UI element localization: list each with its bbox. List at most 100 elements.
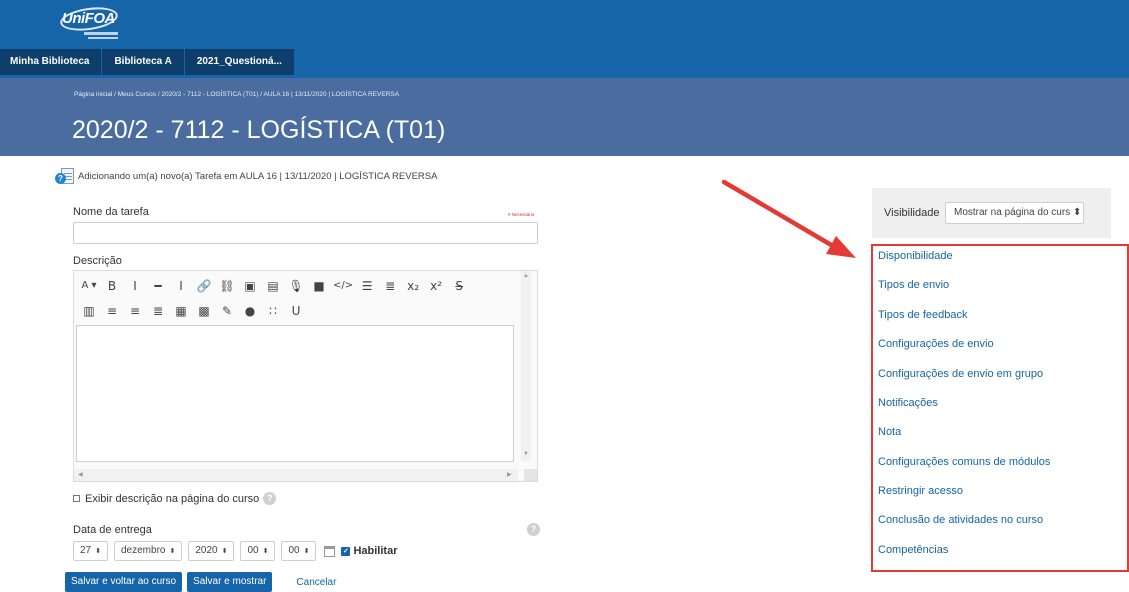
link-icon[interactable]: 🔗 xyxy=(195,277,213,295)
task-name-label: Nome da tarefa xyxy=(73,206,149,218)
video-icon[interactable]: ■ xyxy=(310,277,328,295)
unordered-list-icon[interactable]: ☰ xyxy=(358,277,376,295)
code-icon[interactable]: </> xyxy=(333,277,353,295)
scroll-up-icon[interactable]: ▲ xyxy=(523,273,529,279)
due-date-row: 27 ⬍ dezembro ⬍ 2020 ⬍ 00 ⬍ 00 ⬍ ✓ Habilitar xyxy=(73,541,397,561)
image-icon[interactable]: ▣ xyxy=(241,277,259,295)
section-link[interactable]: Configurações de envio xyxy=(878,338,994,350)
hour-select[interactable]: 00 ⬍ xyxy=(240,541,276,561)
section-link[interactable]: Disponibilidade xyxy=(878,250,953,262)
calendar-icon[interactable] xyxy=(324,545,336,557)
section-link[interactable]: Nota xyxy=(878,426,901,438)
microphone-icon[interactable]: 🎙 xyxy=(287,277,305,295)
visibility-select[interactable]: Mostrar na página do curs ⬍ xyxy=(945,202,1084,224)
justify-icon[interactable]: ≣ xyxy=(149,302,167,320)
underline-icon[interactable]: U xyxy=(287,302,305,320)
visibility-label: Visibilidade xyxy=(884,207,940,219)
edit-icon[interactable]: ✎ xyxy=(218,302,236,320)
scroll-left-icon[interactable]: ◀ xyxy=(78,471,83,478)
italic-icon[interactable]: I xyxy=(126,277,144,295)
month-value: dezembro xyxy=(121,545,166,556)
logo-subtext-bar xyxy=(84,32,118,35)
top-navbar: UniFOA Minha Biblioteca Biblioteca A 202… xyxy=(0,0,1129,78)
section-link[interactable]: Conclusão de atividades no curso xyxy=(878,514,1043,526)
breadcrumb[interactable]: Página inicial / Meus Cursos / 2020/2 - … xyxy=(74,91,399,98)
subscript-icon[interactable]: x₂ xyxy=(404,277,422,295)
align-left-icon[interactable]: ▥ xyxy=(80,302,98,320)
rich-text-editor: A ▾ B I ━ Ⅰ 🔗 ⛓ ▣ ▤ 🎙 ■ </> ☰ ≣ x₂ x² S̶ ▥ ≡ ≡ ≣ ▦ ▩ ✎ ● ∷ U ▲ ▼ … xyxy=(73,270,538,482)
vertical-scrollbar[interactable]: ▲ ▼ xyxy=(521,271,531,461)
accessibility-icon[interactable]: ● xyxy=(241,302,259,320)
chevron-down-icon: ⬍ xyxy=(303,548,310,555)
hour-value: 00 xyxy=(247,545,259,556)
help-icon[interactable]: ? xyxy=(263,492,277,505)
table-icon[interactable]: ▦ xyxy=(172,302,190,320)
editor-content-area[interactable] xyxy=(76,325,514,462)
strikethrough-icon[interactable]: S̶ xyxy=(450,277,468,295)
section-link[interactable]: Configurações de envio em grupo xyxy=(878,368,1043,380)
form-buttons: Salvar e voltar ao curso Salvar e mostra… xyxy=(65,572,336,592)
editor-toolbar-row-2: ▥ ≡ ≡ ≣ ▦ ▩ ✎ ● ∷ U xyxy=(80,302,310,320)
bold-icon[interactable]: B xyxy=(103,277,121,295)
day-value: 27 xyxy=(80,545,92,556)
nav-tab-questionario[interactable]: 2021_Questioná... xyxy=(184,49,294,75)
task-name-input[interactable] xyxy=(73,222,538,244)
media-icon[interactable]: ▤ xyxy=(264,277,282,295)
required-note: # Necessário xyxy=(508,212,535,217)
enable-option[interactable]: ✓ Habilitar xyxy=(341,545,397,557)
chevron-down-icon: ⬍ xyxy=(221,548,228,555)
show-description-option[interactable]: Exibir descrição na página do curso ? xyxy=(73,492,277,505)
text-cursor-icon[interactable]: Ⅰ xyxy=(172,277,190,295)
font-style-icon[interactable]: A ▾ xyxy=(80,277,98,295)
page-title: 2020/2 - 7112 - LOGÍSTICA (T01) xyxy=(72,116,446,144)
section-link[interactable]: Tipos de envio xyxy=(878,279,949,291)
chevron-down-icon: ⬍ xyxy=(95,548,101,555)
nav-tabs: Minha Biblioteca Biblioteca A 2021_Quest… xyxy=(0,49,295,75)
ordered-list-icon[interactable]: ≣ xyxy=(381,277,399,295)
description-label: Descrição xyxy=(73,255,122,267)
assignment-icon: ? xyxy=(55,168,75,185)
unlink-icon[interactable]: ⛓ xyxy=(218,277,236,295)
logo-text: UniFOA xyxy=(62,10,115,27)
show-description-label: Exibir descrição na página do curso xyxy=(85,492,260,505)
minute-select[interactable]: 00 ⬍ xyxy=(281,541,317,561)
nav-tab-minha-biblioteca[interactable]: Minha Biblioteca xyxy=(0,49,102,75)
superscript-icon[interactable]: x² xyxy=(427,277,445,295)
scroll-down-icon[interactable]: ▼ xyxy=(523,451,529,457)
nav-tab-biblioteca-a[interactable]: Biblioteca A xyxy=(102,49,184,75)
editor-toolbar-row-1: A ▾ B I ━ Ⅰ 🔗 ⛓ ▣ ▤ 🎙 ■ </> ☰ ≣ x₂ x² S̶ xyxy=(80,277,473,295)
section-link[interactable]: Tipos de feedback xyxy=(878,309,967,321)
horizontal-rule-icon[interactable]: ━ xyxy=(149,277,167,295)
due-date-label: Data de entrega xyxy=(73,524,152,536)
arrow-shaft xyxy=(721,179,836,249)
align-right-icon[interactable]: ≡ xyxy=(126,302,144,320)
enable-checkbox[interactable]: ✓ xyxy=(341,546,351,556)
adding-text: Adicionando um(a) novo(a) Tarefa em AULA… xyxy=(78,171,438,182)
year-select[interactable]: 2020 ⬍ xyxy=(188,541,235,561)
special-chars-icon[interactable]: ∷ xyxy=(264,302,282,320)
day-select[interactable]: 27 ⬍ xyxy=(73,541,108,561)
scroll-right-icon[interactable]: ▶ xyxy=(507,471,512,478)
unifoa-logo[interactable]: UniFOA xyxy=(58,4,120,44)
adding-activity-line: ? Adicionando um(a) novo(a) Tarefa em AU… xyxy=(55,168,437,185)
month-select[interactable]: dezembro ⬍ xyxy=(114,541,183,561)
section-link[interactable]: Configurações comuns de módulos xyxy=(878,456,1050,468)
calculator-icon[interactable]: ▩ xyxy=(195,302,213,320)
help-icon[interactable]: ? xyxy=(527,523,540,536)
section-link[interactable]: Competências xyxy=(878,544,948,556)
align-center-icon[interactable]: ≡ xyxy=(103,302,121,320)
enable-label: Habilitar xyxy=(353,545,398,557)
cancel-button[interactable]: Cancelar xyxy=(296,577,336,588)
horizontal-scrollbar[interactable]: ◀ ▶ xyxy=(74,469,518,481)
logo-subtext-bar xyxy=(88,37,118,39)
save-show-button[interactable]: Salvar e mostrar xyxy=(187,572,273,592)
save-return-button[interactable]: Salvar e voltar ao curso xyxy=(65,572,183,592)
chevron-down-icon: ⬍ xyxy=(262,548,269,555)
show-description-checkbox[interactable] xyxy=(73,495,80,502)
scrollbar-corner xyxy=(524,469,537,481)
section-link[interactable]: Restringir acesso xyxy=(878,485,963,497)
section-link[interactable]: Notificações xyxy=(878,397,938,409)
arrow-head xyxy=(826,236,856,258)
chevron-down-icon: ⬍ xyxy=(169,548,176,555)
year-value: 2020 xyxy=(195,545,218,556)
